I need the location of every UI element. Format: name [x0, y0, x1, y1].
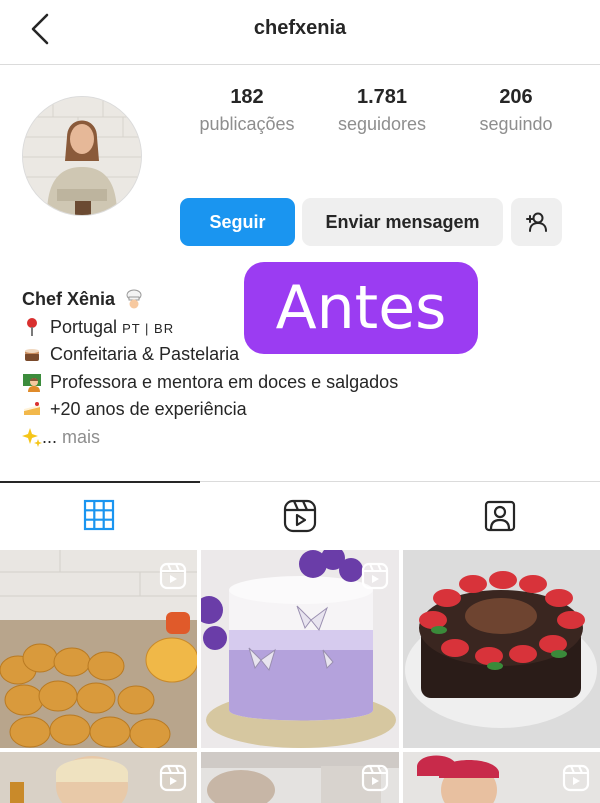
stat-posts[interactable]: 182 publicações	[177, 86, 317, 135]
stat-following[interactable]: 206 seguindo	[446, 86, 586, 135]
chef-emoji-icon	[126, 289, 142, 309]
reel-icon	[159, 562, 187, 590]
bio-experience: +20 anos de experiência	[50, 399, 247, 419]
bio-line-teacher: Professora e mentora em doces e salgados	[22, 369, 502, 397]
sparkles-emoji-icon	[22, 427, 42, 447]
bio-ellipsis: ...	[42, 426, 58, 447]
teacher-emoji-icon	[23, 373, 41, 392]
reel-icon	[361, 764, 389, 792]
posts-grid	[0, 550, 600, 803]
bio-line-experience: +20 anos de experiência	[22, 396, 502, 424]
stat-posts-label: publicações	[199, 114, 295, 134]
bio-flags: PT | BR	[122, 320, 175, 336]
tab-tagged[interactable]	[400, 482, 600, 548]
pin-icon	[27, 317, 37, 336]
strawberry-tart-photo	[403, 550, 600, 748]
send-message-button[interactable]: Enviar mensagem	[302, 198, 503, 246]
stat-following-count: 206	[499, 86, 533, 108]
follow-button[interactable]: Seguir	[180, 198, 295, 246]
reels-icon	[283, 499, 317, 533]
add-person-icon	[525, 212, 547, 232]
grid-item-chef-smile[interactable]	[403, 752, 600, 803]
reel-icon	[562, 764, 590, 792]
profile-tabs	[0, 481, 600, 548]
grid-item-kitchen[interactable]	[201, 752, 399, 803]
stat-followers-label: seguidores	[337, 114, 427, 134]
stat-posts-count: 182	[230, 86, 264, 108]
bio-teacher: Professora e mentora em doces e salgados	[50, 371, 399, 392]
stat-followers-count: 1.781	[356, 86, 408, 108]
profile-stats: 182 publicações 1.781 seguidores 206 seg…	[0, 86, 600, 146]
tagged-person-icon	[484, 500, 516, 532]
grid-item-chef-portrait[interactable]	[0, 752, 197, 803]
bio-location: Portugal	[50, 316, 118, 337]
reel-icon	[361, 562, 389, 590]
grid-item-coxinhas[interactable]	[0, 550, 197, 748]
reel-icon	[159, 764, 187, 792]
grid-icon	[83, 499, 115, 531]
profile-header: chefxenia	[0, 0, 600, 65]
cake-emoji-icon	[25, 349, 39, 361]
tab-reels[interactable]	[200, 482, 400, 548]
tab-posts-grid[interactable]	[0, 481, 200, 548]
bio-line-more: ... mais	[22, 424, 502, 452]
page-title: chefxenia	[253, 17, 347, 39]
cake-slice-emoji-icon	[24, 402, 40, 415]
grid-item-strawberry-tart[interactable]	[403, 550, 600, 748]
suggest-people-button[interactable]	[511, 198, 562, 246]
stat-followers[interactable]: 1.781 seguidores	[312, 86, 452, 135]
before-overlay-badge: Antes	[244, 262, 478, 354]
bio-more-link[interactable]: mais	[62, 427, 100, 447]
bio-pastry: Confeitaria & Pastelaria	[50, 344, 240, 364]
profile-name: Chef Xênia	[22, 289, 116, 309]
grid-item-butterfly-cake[interactable]	[201, 550, 399, 748]
stat-following-label: seguindo	[479, 114, 553, 134]
